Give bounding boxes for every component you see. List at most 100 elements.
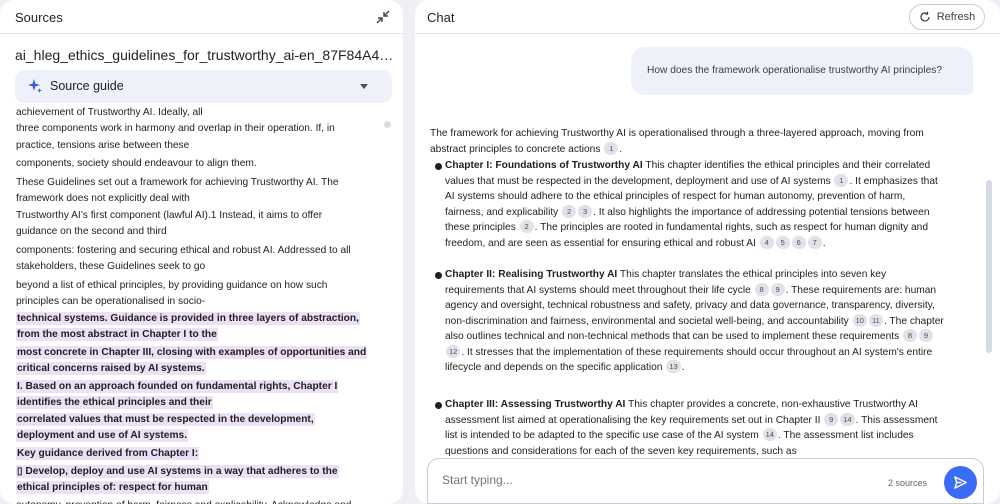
citation-chip[interactable]: 9 <box>824 412 839 426</box>
refresh-icon <box>920 11 930 22</box>
sources-panel: Sources ai_hleg_ethics_guidelines_for_tr… <box>0 0 403 504</box>
source-line: These Guidelines set out a framework for… <box>16 175 386 191</box>
source-line-text: components: fostering and securing ethic… <box>16 245 351 256</box>
answer-text: . <box>619 143 623 155</box>
chapter-heading: Chapter III: Assessing Trustworthy AI <box>445 399 626 410</box>
bullet-dot <box>435 272 442 279</box>
citation-chip[interactable]: 2 <box>562 204 577 218</box>
source-guide-toggle[interactable]: Source guide <box>15 70 392 103</box>
source-line: three components work in harmony and ove… <box>16 121 386 137</box>
highlighted-source-line: correlated values that must be respected… <box>16 412 386 428</box>
user-question-bubble: How does the framework operationalise tr… <box>631 47 973 95</box>
citation-chip[interactable]: 9 <box>919 329 934 342</box>
source-line: components: fostering and securing ethic… <box>16 243 386 259</box>
bullet-text: Chapter III: Assessing Trustworthy AI Th… <box>445 397 945 456</box>
source-line-text: I. Based on an approach founded on funda… <box>16 380 339 393</box>
citation-chip[interactable]: 14 <box>840 412 855 426</box>
source-line-text: ethical principles of: respect for human <box>16 481 209 494</box>
citation-chip[interactable]: 8 <box>754 282 769 296</box>
document-title: ai_hleg_ethics_guidelines_for_trustworth… <box>15 47 395 63</box>
document-text: achievement of Trustworthy AI. Ideally, … <box>0 105 403 504</box>
highlighted-source-line: ethical principles of: respect for human <box>16 480 386 496</box>
source-line: autonomy, prevention of harm, fairness a… <box>16 498 386 504</box>
citation-chip[interactable]: 8 <box>903 329 918 342</box>
chat-panel: Chat Refresh How does the framework oper… <box>415 0 1000 504</box>
bullet-dot <box>435 402 442 409</box>
bullet-dot <box>435 163 442 170</box>
send-button[interactable] <box>944 466 977 499</box>
chat-title: Chat <box>427 10 455 25</box>
source-line-text: Key guidance derived from Chapter I: <box>16 447 200 460</box>
chapter-heading: Chapter II: Realising Trustworthy AI <box>445 269 618 280</box>
chat-input[interactable] <box>442 473 822 487</box>
highlighted-source-line: deployment and use of AI systems. <box>16 428 386 444</box>
highlighted-source-line: identifies the ethical principles and th… <box>16 395 386 411</box>
highlighted-source-line: from the most abstract in Chapter I to t… <box>16 327 386 343</box>
citation-chip[interactable]: 1 <box>834 173 849 187</box>
chat-scrollbar[interactable] <box>986 180 992 353</box>
citation-chip[interactable]: 1 <box>604 141 619 155</box>
user-question-text: How does the framework operationalise tr… <box>647 65 943 76</box>
source-line-text: deployment and use of AI systems. <box>16 429 189 442</box>
source-line-text: technical systems. Guidance is provided … <box>16 312 360 325</box>
citation-chip[interactable]: 13 <box>666 360 681 373</box>
source-line: achievement of Trustworthy AI. Ideally, … <box>16 105 386 121</box>
scrollbar[interactable] <box>384 121 391 128</box>
source-line-text: guidance on the second and third <box>16 226 167 237</box>
citation-chip[interactable]: 2 <box>519 220 534 233</box>
source-line-text: These Guidelines set out a framework for… <box>16 177 339 188</box>
citation-chip[interactable]: 6 <box>791 235 806 249</box>
source-line-text: stakeholders, these Guidelines seek to g… <box>16 261 206 272</box>
bullet-text: Chapter I: Foundations of Trustworthy AI… <box>445 158 945 251</box>
citation-chip[interactable]: 12 <box>446 344 461 358</box>
source-line-text: three components work in harmony and ove… <box>16 123 335 134</box>
source-line-text: principles can be operationalised in soc… <box>16 296 206 307</box>
highlighted-source-line: critical concerns raised by AI systems. <box>16 361 386 377</box>
source-line-text: practice, tensions arise between these <box>16 140 190 151</box>
highlighted-source-line: ▯ Develop, deploy and use AI systems in … <box>16 464 386 480</box>
highlighted-source-line: Key guidance derived from Chapter I: <box>16 446 386 462</box>
refresh-label: Refresh <box>936 11 976 23</box>
citation-chip[interactable]: 4 <box>759 235 774 249</box>
citation-chip[interactable]: 5 <box>775 235 790 249</box>
answer-area: The framework for achieving Trustworthy … <box>415 120 990 456</box>
sources-title: Sources <box>15 10 63 25</box>
source-line: components, society should endeavour to … <box>16 156 386 172</box>
highlighted-source-line: I. Based on an approach founded on funda… <box>16 379 386 395</box>
answer-bullet-chapter-1: Chapter I: Foundations of Trustworthy AI… <box>435 158 945 251</box>
answer-text: . <box>681 362 685 373</box>
citation-chip[interactable]: 14 <box>762 428 777 441</box>
source-line: beyond a list of ethical principles, by … <box>16 278 386 294</box>
answer-text: . <box>822 237 826 249</box>
bullet-text: Chapter II: Realising Trustworthy AI Thi… <box>445 267 945 376</box>
chat-header: Chat Refresh <box>415 0 1000 34</box>
citation-chip[interactable]: 7 <box>807 235 822 249</box>
source-line: framework does not explicitly deal with <box>16 191 386 207</box>
chapter-heading: Chapter I: Foundations of Trustworthy AI <box>445 160 643 171</box>
refresh-button[interactable]: Refresh <box>909 4 985 30</box>
source-line-text: critical concerns raised by AI systems. <box>16 362 206 375</box>
answer-text: The framework for achieving Trustworthy … <box>430 128 924 155</box>
source-line-text: Trustworthy AI’s first component (lawful… <box>16 210 323 221</box>
citation-chip[interactable]: 9 <box>770 282 785 296</box>
source-line: Trustworthy AI’s first component (lawful… <box>16 208 386 224</box>
source-line-text: components, society should endeavour to … <box>16 158 257 169</box>
source-line-text: correlated values that must be respected… <box>16 413 315 426</box>
collapse-panel-icon[interactable] <box>375 9 391 25</box>
source-line: stakeholders, these Guidelines seek to g… <box>16 259 386 275</box>
highlighted-source-line: most concrete in Chapter III, closing wi… <box>16 345 386 361</box>
source-guide-label: Source guide <box>50 79 124 93</box>
source-line-text: achievement of Trustworthy AI. Ideally, … <box>16 107 203 118</box>
source-line-text: most concrete in Chapter III, closing wi… <box>16 346 368 359</box>
send-icon <box>954 476 967 489</box>
chevron-down-icon[interactable] <box>360 84 368 89</box>
citation-chip[interactable]: 10 <box>852 313 867 327</box>
highlighted-source-line: technical systems. Guidance is provided … <box>16 311 386 327</box>
answer-text: . It stresses that the implementation of… <box>445 346 933 374</box>
source-line-text: ▯ Develop, deploy and use AI systems in … <box>16 465 339 478</box>
citation-chip[interactable]: 11 <box>868 313 883 327</box>
chat-input-box: 2 sources <box>427 458 984 504</box>
citation-chip[interactable]: 3 <box>578 204 593 218</box>
source-line: practice, tensions arise between these <box>16 138 386 154</box>
source-line: guidance on the second and third <box>16 224 386 240</box>
